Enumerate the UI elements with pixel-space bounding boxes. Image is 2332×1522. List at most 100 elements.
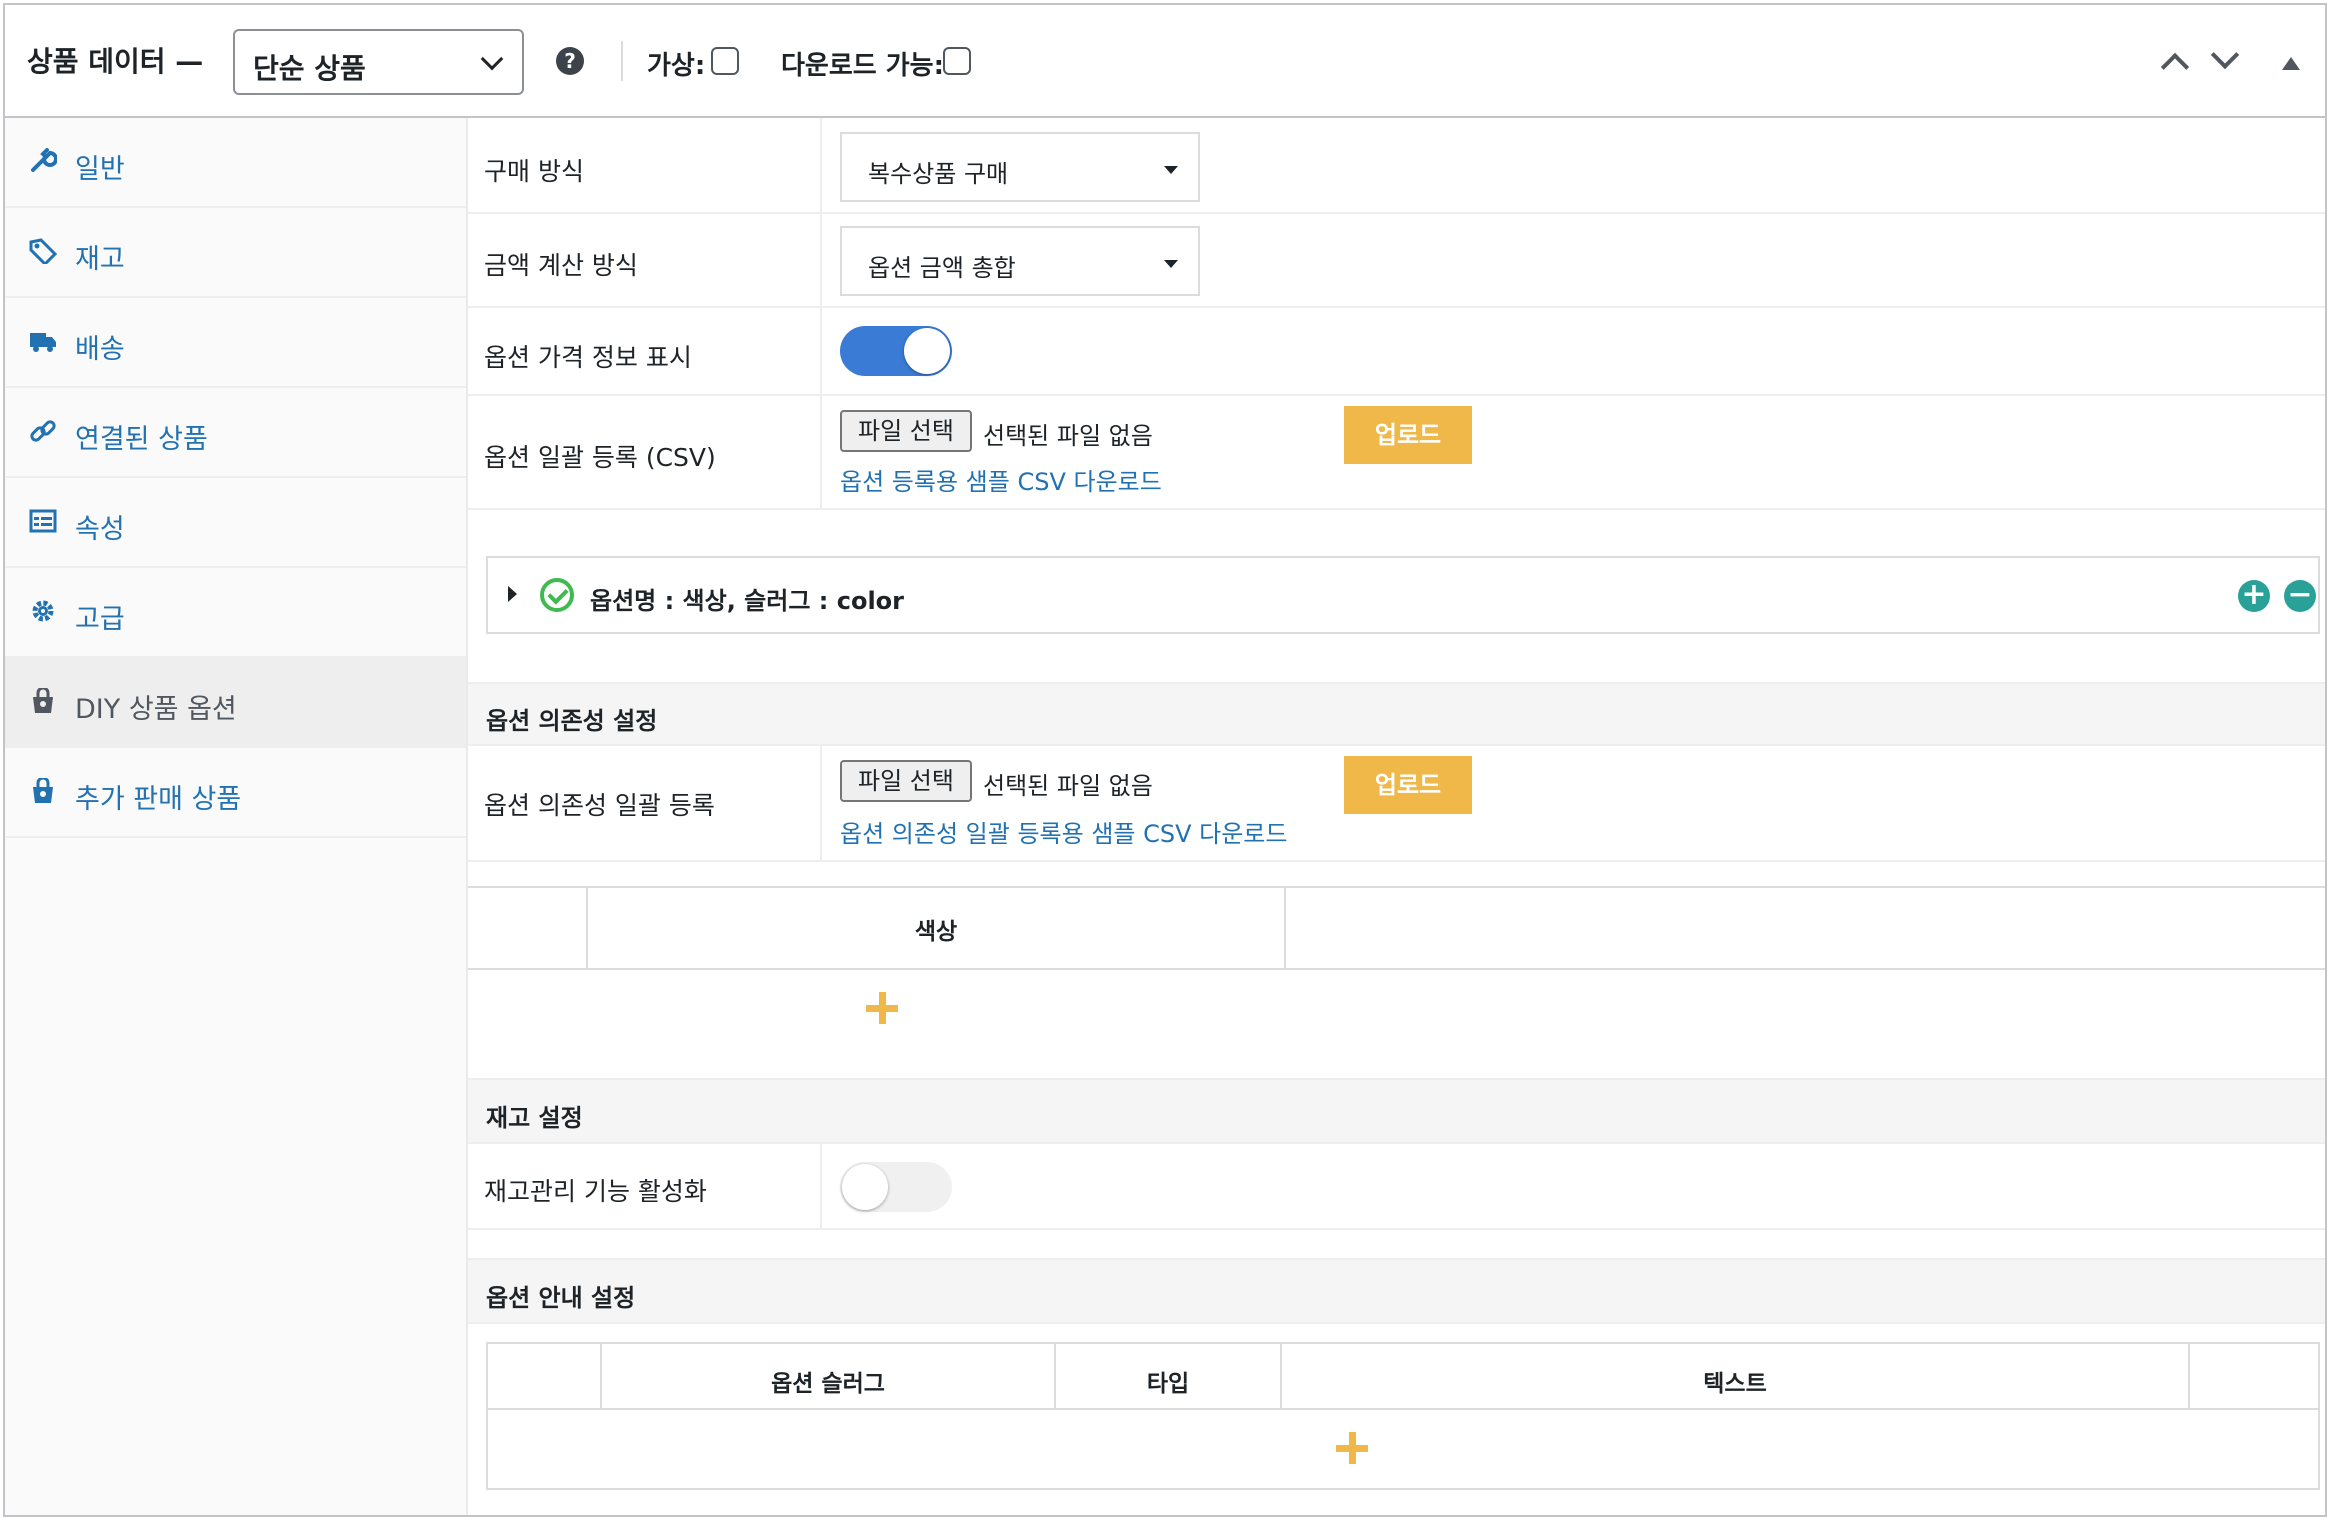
sample-dependency-csv-link[interactable]: 옵션 의존성 일괄 등록용 샘플 CSV 다운로드: [840, 814, 1287, 849]
dependency-section-title: 옵션 의존성 설정: [486, 707, 658, 735]
dependency-bulk-row: 옵션 의존성 일괄 등록 파일 선택 선택된 파일 없음 업로드 옵션 의존성 …: [468, 746, 2325, 862]
truck-icon: [30, 333, 56, 352]
collapse-toggle-icon[interactable]: [2282, 57, 2300, 70]
wrench-icon: [31, 148, 57, 172]
tag-icon: [29, 238, 57, 264]
divider: [621, 41, 623, 81]
purchase-method-select[interactable]: 복수상품 구매: [840, 132, 1200, 202]
divider: [820, 396, 822, 508]
tab-label: 속성: [75, 514, 125, 545]
tab-label: 배송: [75, 334, 125, 365]
upload-button[interactable]: 업로드: [1344, 756, 1472, 814]
price-calc-label: 금액 계산 방식: [484, 251, 638, 280]
add-circle-icon[interactable]: +: [2238, 580, 2270, 612]
option-item-title: 옵션명 : 색상, 슬러그 : color: [590, 587, 904, 615]
gear-icon: [32, 600, 54, 622]
panel-header: 상품 데이터 — 단순 상품 ? 가상: 다운로드 가능:: [5, 5, 2325, 118]
tab-advanced[interactable]: 고급: [5, 568, 466, 658]
divider: [820, 308, 822, 394]
product-data-panel: 상품 데이터 — 단순 상품 ? 가상: 다운로드 가능: 일반 재고 배송 연…: [3, 3, 2327, 1517]
tab-inventory[interactable]: 재고: [5, 208, 466, 298]
tab-label: 추가 판매 상품: [75, 784, 242, 815]
shop-bag-icon: [33, 778, 53, 803]
show-price-info-row: 옵션 가격 정보 표시: [468, 308, 2325, 396]
move-down-icon[interactable]: [2210, 40, 2240, 70]
guide-column-type: 타입: [1146, 1371, 1190, 1397]
tab-label: 재고: [75, 244, 125, 275]
stock-management-toggle[interactable]: [840, 1162, 952, 1212]
move-up-icon[interactable]: [2160, 52, 2190, 82]
show-price-info-toggle[interactable]: [840, 326, 952, 376]
price-calc-row: 금액 계산 방식 옵션 금액 총합: [468, 214, 2325, 308]
stock-section-header: 재고 설정: [468, 1078, 2325, 1144]
divider: [820, 214, 822, 306]
expand-arrow-icon[interactable]: [508, 586, 517, 602]
tab-shipping[interactable]: 배송: [5, 298, 466, 388]
purchase-method-value: 복수상품 구매: [868, 160, 1009, 188]
guide-section-title: 옵션 안내 설정: [486, 1284, 636, 1312]
no-file-text: 선택된 파일 없음: [983, 772, 1153, 800]
tab-diy-options[interactable]: DIY 상품 옵션: [5, 658, 466, 748]
tab-linked-products[interactable]: 연결된 상품: [5, 388, 466, 478]
product-data-tabs: 일반 재고 배송 연결된 상품 속성 고급 DIY 상품 옵션 추가 판매 상품: [5, 118, 468, 1515]
add-row-icon[interactable]: [1336, 1432, 1368, 1464]
caret-down-icon: [1164, 260, 1178, 268]
show-price-info-label: 옵션 가격 정보 표시: [484, 343, 692, 372]
table-border: [1284, 886, 1286, 970]
add-row-icon[interactable]: [866, 992, 898, 1024]
caret-down-icon: [1164, 166, 1178, 174]
file-select-button[interactable]: 파일 선택: [840, 760, 972, 802]
toggle-knob: [904, 328, 950, 374]
check-circle-icon: [540, 578, 574, 612]
downloadable-label: 다운로드 가능:: [781, 51, 944, 81]
upload-button[interactable]: 업로드: [1344, 406, 1472, 464]
guide-table: 옵션 슬러그 타입 텍스트: [486, 1342, 2320, 1490]
table-border: [2188, 1344, 2190, 1408]
purchase-method-label: 구매 방식: [484, 157, 584, 186]
table-border: [468, 968, 2325, 970]
diy-options-content: 구매 방식 복수상품 구매 금액 계산 방식 옵션 금액 총합 옵션 가격 정보…: [468, 118, 2325, 1515]
shop-bag-icon: [33, 688, 53, 713]
bulk-csv-label: 옵션 일괄 등록 (CSV): [484, 443, 716, 472]
help-icon[interactable]: ?: [556, 47, 584, 75]
divider: [820, 118, 822, 212]
price-calc-select[interactable]: 옵션 금액 총합: [840, 226, 1200, 296]
guide-section-header: 옵션 안내 설정: [468, 1258, 2325, 1324]
dependency-section-header: 옵션 의존성 설정: [468, 682, 2325, 746]
sample-csv-link[interactable]: 옵션 등록용 샘플 CSV 다운로드: [840, 462, 1162, 497]
option-item: 옵션명 : 색상, 슬러그 : color + −: [486, 556, 2320, 634]
downloadable-checkbox[interactable]: [943, 47, 971, 75]
remove-circle-icon[interactable]: −: [2284, 580, 2316, 612]
panel-title: 상품 데이터 —: [27, 45, 204, 78]
virtual-label: 가상:: [647, 51, 706, 81]
stock-management-label: 재고관리 기능 활성화: [484, 1177, 707, 1206]
dependency-bulk-label: 옵션 의존성 일괄 등록: [484, 791, 715, 820]
link-icon: [30, 420, 56, 442]
no-file-text: 선택된 파일 없음: [983, 422, 1153, 450]
chevron-down-icon: [480, 47, 504, 71]
list-table-icon: [29, 509, 57, 533]
toggle-knob: [842, 1164, 888, 1210]
guide-column-text: 텍스트: [1703, 1371, 1767, 1397]
bulk-csv-row: 옵션 일괄 등록 (CSV) 파일 선택 선택된 파일 없음 업로드 옵션 등록…: [468, 396, 2325, 510]
stock-section-title: 재고 설정: [486, 1104, 583, 1132]
stock-management-row: 재고관리 기능 활성화: [468, 1144, 2325, 1230]
virtual-checkbox[interactable]: [711, 47, 739, 75]
guide-column-slug: 옵션 슬러그: [771, 1371, 885, 1397]
tab-label: 고급: [75, 604, 125, 635]
divider: [820, 746, 822, 860]
table-border: [468, 886, 2325, 888]
product-type-value: 단순 상품: [253, 52, 366, 85]
tab-attributes[interactable]: 속성: [5, 478, 466, 568]
purchase-method-row: 구매 방식 복수상품 구매: [468, 118, 2325, 214]
table-border: [488, 1408, 2318, 1410]
tab-label: 연결된 상품: [75, 424, 208, 455]
tab-label: 일반: [75, 154, 125, 185]
file-select-button[interactable]: 파일 선택: [840, 410, 972, 452]
tab-general[interactable]: 일반: [5, 118, 466, 208]
tab-label: DIY 상품 옵션: [75, 694, 237, 725]
dependency-column-header: 색상: [914, 919, 958, 945]
divider: [820, 1144, 822, 1228]
product-type-select[interactable]: 단순 상품: [233, 29, 524, 95]
tab-upsells[interactable]: 추가 판매 상품: [5, 748, 466, 838]
